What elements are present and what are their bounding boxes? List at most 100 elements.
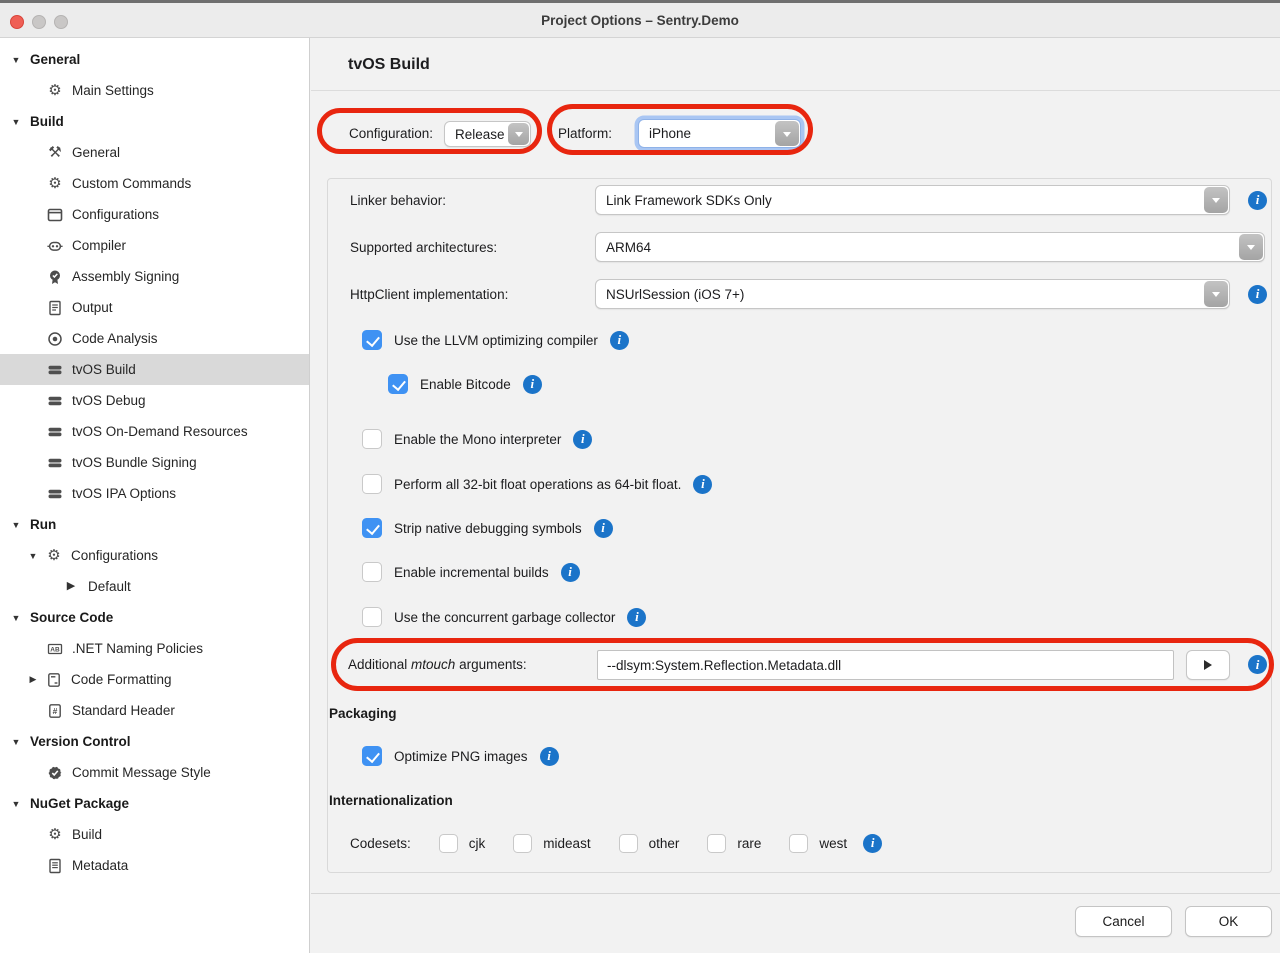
codeset-rare-checkbox[interactable]	[707, 834, 726, 853]
info-icon[interactable]: i	[627, 608, 646, 627]
info-icon[interactable]: i	[523, 375, 542, 394]
sidebar-item-general[interactable]: ▼ General	[0, 44, 309, 75]
chevron-down-icon[interactable]	[775, 121, 799, 146]
chevron-down-icon[interactable]	[1239, 234, 1263, 260]
sidebar-item-label: Commit Message Style	[72, 765, 211, 780]
disclosure-right-icon[interactable]: ▶	[27, 674, 39, 685]
sidebar-item-label: Custom Commands	[72, 176, 191, 191]
sidebar-item-build[interactable]: ▼Build	[0, 106, 309, 137]
sidebar-item-tvos-debug[interactable]: tvOS Debug	[0, 385, 309, 416]
codeset-west-checkbox[interactable]	[789, 834, 808, 853]
sidebar-item-compiler[interactable]: Compiler	[0, 230, 309, 261]
tv-stack-icon	[46, 485, 64, 503]
sidebar-item-label: tvOS Bundle Signing	[72, 455, 197, 470]
page-title: tvOS Build	[348, 56, 430, 74]
sidebar-item-metadata[interactable]: Metadata	[0, 850, 309, 881]
chevron-down-icon[interactable]	[1204, 281, 1228, 307]
strip-native-debugging-symbols-checkbox[interactable]	[362, 518, 382, 538]
sidebar-item-output[interactable]: Output	[0, 292, 309, 323]
sidebar-item-configurations[interactable]: Configurations	[0, 199, 309, 230]
codesets-row: Codesets: cjkmideastotherrarewesti	[350, 831, 882, 855]
sidebar-item-label: Metadata	[72, 858, 128, 873]
sidebar-item-tvos-ipa-options[interactable]: tvOS IPA Options	[0, 478, 309, 509]
info-icon[interactable]: i	[1248, 655, 1267, 674]
sidebar-item-label: Compiler	[72, 238, 126, 253]
sidebar-item-tvos-on-demand-resources[interactable]: tvOS On-Demand Resources	[0, 416, 309, 447]
supported-architectures-dropdown[interactable]: ARM64	[595, 232, 1265, 262]
info-icon[interactable]: i	[594, 519, 613, 538]
sidebar-item-commit-message-style[interactable]: Commit Message Style	[0, 757, 309, 788]
ok-button[interactable]: OK	[1185, 906, 1272, 937]
sidebar-item-configurations[interactable]: ▼⚙Configurations	[0, 540, 309, 571]
sidebar-item-custom-commands[interactable]: ⚙Custom Commands	[0, 168, 309, 199]
disclosure-down-icon[interactable]: ▼	[10, 613, 22, 623]
codeset-mideast: mideast	[513, 834, 590, 853]
configuration-dropdown[interactable]: Release	[444, 121, 531, 147]
title-bar: Project Options – Sentry.Demo	[0, 3, 1280, 38]
platform-value: iPhone	[649, 120, 691, 147]
mtouch-run-button[interactable]	[1186, 650, 1230, 680]
httpclient-implementation-dropdown[interactable]: NSUrlSession (iOS 7+)	[595, 279, 1230, 309]
cancel-button[interactable]: Cancel	[1075, 906, 1172, 937]
sidebar-item-code-formatting[interactable]: ▶Code Formatting	[0, 664, 309, 695]
sidebar-item-tvos-bundle-signing[interactable]: tvOS Bundle Signing	[0, 447, 309, 478]
chevron-down-icon[interactable]	[508, 123, 529, 145]
sidebar-item-version-control[interactable]: ▼Version Control	[0, 726, 309, 757]
sidebar-item-source-code[interactable]: ▼Source Code	[0, 602, 309, 633]
codeset-cjk-checkbox[interactable]	[439, 834, 458, 853]
play-icon: ▶	[62, 578, 80, 596]
disclosure-down-icon[interactable]: ▼	[10, 799, 22, 809]
sidebar-item-nuget-package[interactable]: ▼NuGet Package	[0, 788, 309, 819]
info-icon[interactable]: i	[540, 747, 559, 766]
sidebar-item-build[interactable]: ⚙Build	[0, 819, 309, 850]
codeset-other-checkbox[interactable]	[619, 834, 638, 853]
disclosure-down-icon[interactable]: ▼	[10, 737, 22, 747]
disclosure-down-icon[interactable]: ▼	[10, 520, 22, 530]
sidebar-item-net-naming-policies[interactable]: AB.NET Naming Policies	[0, 633, 309, 664]
sidebar-item-label: General	[30, 52, 80, 67]
option-label: Enable incremental builds	[394, 565, 549, 580]
perform-all-32-bit-float-operations-as-64-bit-float-checkbox[interactable]	[362, 474, 382, 494]
sidebar-item-run[interactable]: ▼ Run	[0, 509, 309, 540]
sidebar-item-tvos-build[interactable]: tvOS Build	[0, 354, 309, 385]
sidebar-item-label: Run	[30, 517, 56, 532]
disclosure-down-icon[interactable]: ▼	[10, 55, 22, 65]
sidebar-item-standard-header[interactable]: #Standard Header	[0, 695, 309, 726]
disclosure-down-icon[interactable]: ▼	[10, 117, 22, 127]
platform-label: Platform:	[558, 126, 612, 141]
use-the-llvm-optimizing-compiler-checkbox[interactable]	[362, 330, 382, 350]
mtouch-arguments-input[interactable]	[597, 650, 1174, 680]
info-icon[interactable]: i	[1248, 285, 1267, 304]
platform-dropdown[interactable]: iPhone	[638, 119, 801, 148]
info-icon[interactable]: i	[693, 475, 712, 494]
optimize-png-checkbox[interactable]	[362, 746, 382, 766]
codeset-west: west	[789, 834, 847, 853]
sidebar-item-general[interactable]: ⚒General	[0, 137, 309, 168]
info-icon[interactable]: i	[1248, 191, 1267, 210]
sidebar-item-label: tvOS IPA Options	[72, 486, 176, 501]
tv-stack-icon	[46, 392, 64, 410]
svg-text:AB: AB	[50, 646, 60, 653]
sidebar-item-label: Output	[72, 300, 113, 315]
linker-behavior-dropdown[interactable]: Link Framework SDKs Only	[595, 185, 1230, 215]
enable-the-mono-interpreter-checkbox[interactable]	[362, 429, 382, 449]
codeset-label: mideast	[543, 836, 590, 851]
codesets-label: Codesets:	[350, 836, 411, 851]
sidebar-item-label: Main Settings	[72, 83, 154, 98]
sidebar-item-code-analysis[interactable]: Code Analysis	[0, 323, 309, 354]
info-icon[interactable]: i	[610, 331, 629, 350]
info-icon[interactable]: i	[573, 430, 592, 449]
chevron-down-icon[interactable]	[1204, 187, 1228, 213]
codeset-mideast-checkbox[interactable]	[513, 834, 532, 853]
info-icon[interactable]: i	[863, 834, 882, 853]
info-icon[interactable]: i	[561, 563, 580, 582]
disclosure-down-icon[interactable]: ▼	[27, 551, 39, 561]
sidebar-item-assembly-signing[interactable]: Assembly Signing	[0, 261, 309, 292]
enable-incremental-builds-checkbox[interactable]	[362, 562, 382, 582]
sidebar-item-main-settings[interactable]: ⚙Main Settings	[0, 75, 309, 106]
use-the-concurrent-garbage-collector-checkbox[interactable]	[362, 607, 382, 627]
enable-bitcode-checkbox[interactable]	[388, 374, 408, 394]
sidebar-item-default[interactable]: ▶Default	[0, 571, 309, 602]
sidebar-item-label: Code Analysis	[72, 331, 158, 346]
use-the-concurrent-garbage-collector-row: Use the concurrent garbage collectori	[362, 605, 646, 629]
